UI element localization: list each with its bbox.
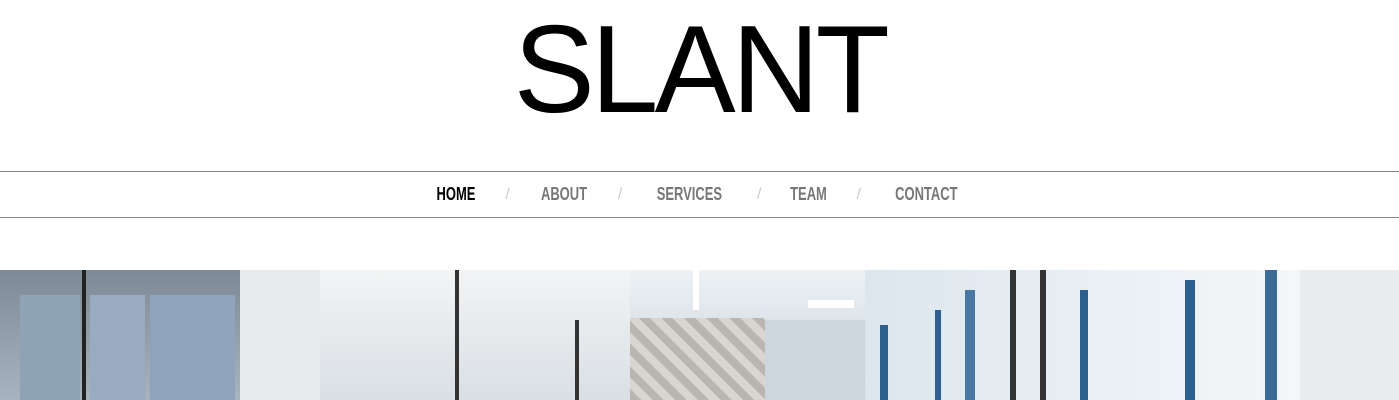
nav-separator: / bbox=[617, 185, 623, 203]
nav-separator: / bbox=[856, 185, 861, 203]
hero-image bbox=[0, 270, 1399, 400]
main-nav: HOME / ABOUT / SERVICES / TEAM / CONTACT bbox=[0, 171, 1399, 218]
nav-contact[interactable]: CONTACT bbox=[895, 184, 957, 205]
nav-home[interactable]: HOME bbox=[437, 184, 476, 205]
site-logo[interactable]: SLANT bbox=[0, 8, 1399, 132]
nav-team[interactable]: TEAM bbox=[791, 184, 828, 205]
nav-separator: / bbox=[505, 185, 510, 203]
nav-about[interactable]: ABOUT bbox=[541, 184, 587, 205]
nav-separator: / bbox=[757, 185, 762, 203]
nav-services[interactable]: SERVICES bbox=[657, 184, 722, 205]
